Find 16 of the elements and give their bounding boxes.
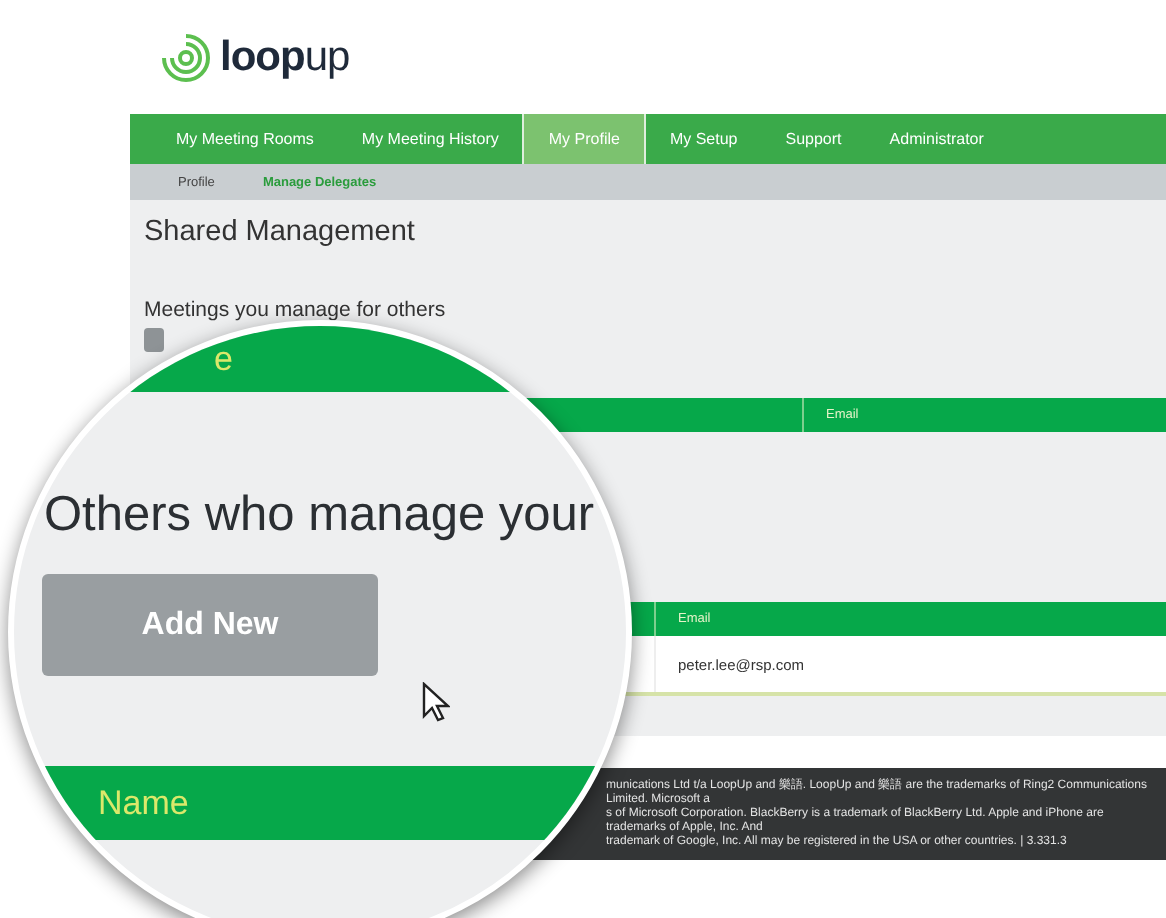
column-header: e xyxy=(214,339,233,379)
add-new-button[interactable]: Add New xyxy=(42,574,378,676)
logo-icon xyxy=(160,31,212,83)
nav-tab[interactable]: My Meeting Rooms xyxy=(152,114,338,164)
page-title: Shared Management xyxy=(144,216,417,248)
nav-tab[interactable]: My Setup xyxy=(645,114,762,164)
section-heading: Others who manage your xyxy=(44,488,597,544)
nav-tab[interactable]: My Meeting History xyxy=(337,114,523,164)
nav-tab[interactable]: Administrator xyxy=(865,114,1008,164)
column-header: Name xyxy=(98,783,189,823)
section-heading: Meetings you manage for others xyxy=(144,298,448,322)
logo-text: loopup xyxy=(220,33,350,81)
cursor-icon xyxy=(422,682,450,722)
nav-tab[interactable]: My Profile xyxy=(522,114,646,164)
nav-tab[interactable]: Support xyxy=(761,114,866,164)
add-button[interactable] xyxy=(144,328,164,352)
